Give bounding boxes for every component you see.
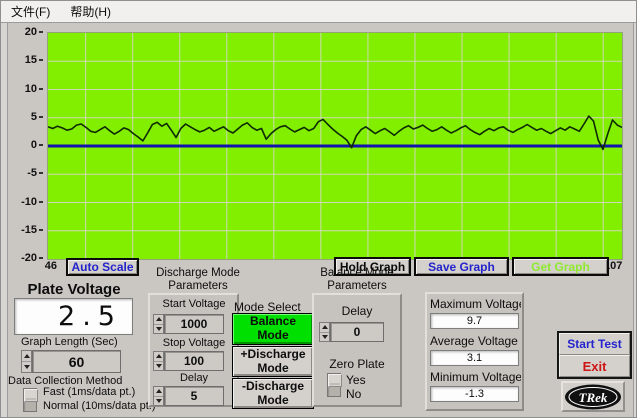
increment-icon[interactable] bbox=[22, 351, 31, 362]
plate-voltage-display: 2.5 bbox=[14, 298, 133, 335]
graph-length-spinner[interactable]: 60 bbox=[21, 350, 121, 373]
waveform-chart-canvas bbox=[48, 33, 622, 259]
data-collection-option-fast[interactable]: Fast (1ms/data pt.) bbox=[43, 386, 135, 398]
spinner-arrows[interactable] bbox=[319, 322, 330, 342]
y-tick: -5 bbox=[1, 167, 43, 179]
trek-logo-text: TRek bbox=[579, 390, 608, 405]
start-voltage-label: Start Voltage bbox=[151, 298, 237, 310]
stop-voltage-spinner[interactable]: 100 bbox=[153, 351, 224, 371]
maximum-voltage-display: 9.7 bbox=[430, 313, 519, 329]
plate-voltage-label: Plate Voltage bbox=[13, 281, 135, 298]
stop-voltage-value[interactable]: 100 bbox=[164, 351, 224, 371]
balance-delay-value[interactable]: 0 bbox=[330, 322, 384, 342]
minimum-voltage-display: -1.3 bbox=[430, 386, 519, 402]
trek-logo: TRek bbox=[561, 381, 625, 412]
start-voltage-value[interactable]: 1000 bbox=[164, 314, 224, 334]
increment-icon[interactable] bbox=[154, 352, 163, 362]
exit-button[interactable]: Exit bbox=[559, 355, 630, 377]
panel-right-edge bbox=[633, 23, 637, 417]
data-collection-toggle[interactable] bbox=[23, 388, 37, 412]
graph-length-label: Graph Length (Sec) bbox=[21, 336, 118, 348]
y-tick: 20 bbox=[1, 26, 43, 38]
graph-length-value[interactable]: 60 bbox=[32, 350, 121, 373]
spinner-arrows[interactable] bbox=[153, 351, 164, 371]
zero-plate-label: Zero Plate bbox=[317, 357, 397, 371]
app-window: 文件(F) 帮助(H) 20 15 10 5 0 -5 -10 -15 -20 … bbox=[0, 0, 637, 418]
menu-help[interactable]: 帮助(H) bbox=[70, 3, 111, 20]
spinner-arrows[interactable] bbox=[153, 314, 164, 334]
y-tick: 0 bbox=[1, 139, 43, 151]
toggle-knob[interactable] bbox=[24, 389, 38, 402]
y-tick: 15 bbox=[1, 54, 43, 66]
data-collection-option-normal[interactable]: Normal (10ms/data pt.) bbox=[43, 400, 155, 412]
balance-mode-button[interactable]: Balance Mode bbox=[232, 313, 314, 345]
discharge-delay-value[interactable]: 5 bbox=[164, 386, 224, 406]
x-axis-start-label: 46 bbox=[35, 260, 57, 272]
discharge-group-title-2: Parameters bbox=[147, 280, 249, 292]
zero-plate-option-no[interactable]: No bbox=[346, 387, 361, 401]
menu-file[interactable]: 文件(F) bbox=[11, 3, 50, 20]
decrement-icon[interactable] bbox=[320, 333, 329, 342]
get-graph-button[interactable]: Get Graph bbox=[512, 257, 609, 276]
spinner-arrows[interactable] bbox=[153, 386, 164, 406]
y-tick: 10 bbox=[1, 83, 43, 95]
decrement-icon[interactable] bbox=[154, 325, 163, 334]
mode-select-label: Mode Select bbox=[234, 300, 301, 314]
start-voltage-spinner[interactable]: 1000 bbox=[153, 314, 224, 334]
discharge-delay-spinner[interactable]: 5 bbox=[153, 386, 224, 406]
y-tick: -15 bbox=[1, 224, 43, 236]
waveform-chart bbox=[47, 32, 623, 260]
positive-discharge-mode-button[interactable]: +Discharge Mode bbox=[232, 346, 314, 377]
toggle-knob[interactable] bbox=[328, 374, 342, 387]
maximum-voltage-label: Maximum Voltage bbox=[430, 297, 521, 311]
balance-delay-spinner[interactable]: 0 bbox=[319, 322, 384, 342]
discharge-delay-label: Delay bbox=[151, 372, 237, 384]
menu-bar: 文件(F) 帮助(H) bbox=[1, 1, 636, 23]
average-voltage-display: 3.1 bbox=[430, 350, 519, 366]
increment-icon[interactable] bbox=[154, 315, 163, 325]
y-tick: 5 bbox=[1, 111, 43, 123]
stop-voltage-label: Stop Voltage bbox=[151, 337, 237, 349]
decrement-icon[interactable] bbox=[154, 362, 163, 371]
trek-logo-icon: TRek bbox=[564, 384, 622, 410]
minimum-voltage-label: Minimum Voltage bbox=[430, 370, 521, 384]
balance-group-title-1: Balance Mode bbox=[307, 267, 407, 279]
save-graph-button[interactable]: Save Graph bbox=[414, 257, 509, 276]
start-test-button[interactable]: Start Test bbox=[559, 333, 630, 355]
increment-icon[interactable] bbox=[320, 323, 329, 333]
spinner-arrows[interactable] bbox=[21, 350, 32, 373]
balance-delay-label: Delay bbox=[317, 304, 397, 318]
average-voltage-label: Average Voltage bbox=[430, 334, 521, 348]
zero-plate-toggle[interactable] bbox=[327, 373, 341, 397]
discharge-group-title-1: Discharge Mode bbox=[147, 267, 249, 279]
decrement-icon[interactable] bbox=[154, 397, 163, 406]
y-tick: -10 bbox=[1, 196, 43, 208]
balance-group-title-2: Parameters bbox=[307, 280, 407, 292]
decrement-icon[interactable] bbox=[22, 362, 31, 372]
zero-plate-option-yes[interactable]: Yes bbox=[346, 373, 366, 387]
increment-icon[interactable] bbox=[154, 387, 163, 397]
auto-scale-button[interactable]: Auto Scale bbox=[66, 258, 139, 276]
action-button-group: Start Test Exit bbox=[557, 331, 632, 379]
negative-discharge-mode-button[interactable]: -Discharge Mode bbox=[232, 378, 314, 409]
